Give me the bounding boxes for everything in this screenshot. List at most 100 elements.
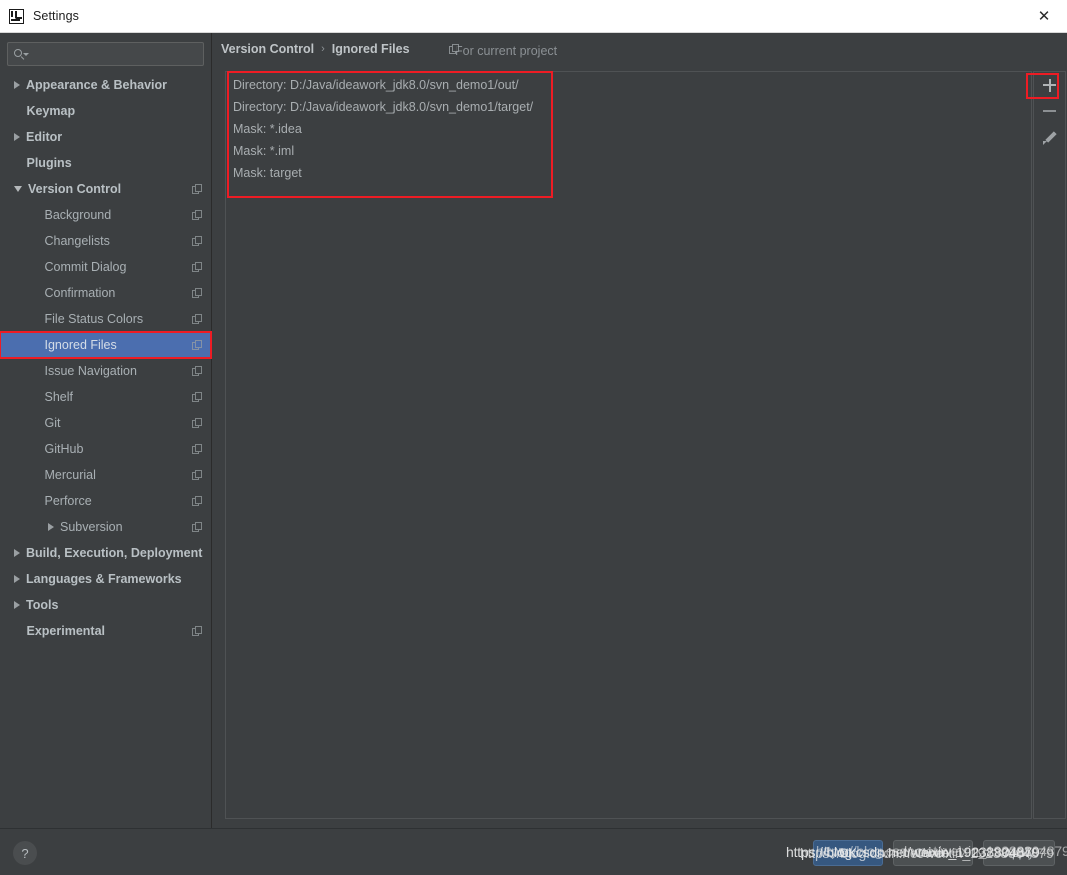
sidebar-item-label: Version Control xyxy=(28,182,122,196)
sidebar-item-label: Shelf xyxy=(44,390,74,404)
apply-button[interactable]: Apply xyxy=(983,840,1055,866)
sidebar-item-label: GitHub xyxy=(44,442,84,456)
copy-icon xyxy=(192,339,203,351)
sidebar-item-commit-dialog[interactable]: Commit Dialog xyxy=(0,254,211,280)
sidebar-item-shelf[interactable]: Shelf xyxy=(0,384,211,410)
search-input[interactable] xyxy=(32,47,197,61)
project-scope-text: For current project xyxy=(455,44,558,58)
breadcrumb: Version Control › Ignored Files xyxy=(221,42,410,56)
chevron-right-icon[interactable] xyxy=(14,133,20,141)
sidebar-item-label: Plugins xyxy=(26,156,72,170)
sidebar-item-label: Git xyxy=(44,416,61,430)
window-title: Settings xyxy=(33,9,79,23)
project-scope-label: For current project xyxy=(449,44,557,58)
search-container xyxy=(0,33,211,66)
list-item[interactable]: Directory: D:/Java/ideawork_jdk8.0/svn_d… xyxy=(226,74,1031,96)
settings-sidebar: Appearance & Behavior Keymap Editor Plugins… xyxy=(0,33,212,828)
sidebar-item-label: Appearance & Behavior xyxy=(26,78,168,92)
cancel-button[interactable]: Cancel xyxy=(893,840,973,866)
sidebar-item-label: Subversion xyxy=(60,520,123,534)
sidebar-item-label: Keymap xyxy=(26,104,76,118)
sidebar-item-label: Ignored Files xyxy=(44,338,117,352)
settings-dialog: Settings ✕ Appearance & Behavior Keymap Ed… xyxy=(0,0,1067,875)
sidebar-item-issue-navigation[interactable]: Issue Navigation xyxy=(0,358,211,384)
sidebar-item-github[interactable]: GitHub xyxy=(0,436,211,462)
list-item[interactable]: Mask: *.iml xyxy=(226,140,1031,162)
copy-icon xyxy=(192,287,203,299)
copy-icon xyxy=(192,417,203,429)
close-icon[interactable]: ✕ xyxy=(1021,0,1067,32)
add-button[interactable] xyxy=(1034,72,1065,98)
minus-icon xyxy=(1043,110,1056,112)
sidebar-item-appearance-behavior[interactable]: Appearance & Behavior xyxy=(0,72,211,98)
sidebar-item-label: Tools xyxy=(26,598,59,612)
pencil-icon xyxy=(1042,130,1057,145)
copy-icon xyxy=(192,391,203,403)
sidebar-item-experimental[interactable]: Experimental xyxy=(0,618,211,644)
copy-icon xyxy=(192,521,203,533)
copy-icon xyxy=(192,183,203,195)
sidebar-item-subversion[interactable]: Subversion xyxy=(0,514,211,540)
sidebar-item-build-execution-deployment[interactable]: Build, Execution, Deployment xyxy=(0,540,211,566)
edit-button[interactable] xyxy=(1034,124,1065,150)
remove-button[interactable] xyxy=(1034,98,1065,124)
sidebar-item-languages-frameworks[interactable]: Languages & Frameworks xyxy=(0,566,211,592)
chevron-right-icon[interactable] xyxy=(14,601,20,609)
sidebar-item-label: Editor xyxy=(26,130,63,144)
sidebar-item-changelists[interactable]: Changelists xyxy=(0,228,211,254)
sidebar-item-editor[interactable]: Editor xyxy=(0,124,211,150)
sidebar-item-label: Mercurial xyxy=(44,468,96,482)
copy-icon xyxy=(192,235,203,247)
sidebar-item-tools[interactable]: Tools xyxy=(0,592,211,618)
sidebar-item-label: Changelists xyxy=(44,234,110,248)
sidebar-item-label: Languages & Frameworks xyxy=(26,572,182,586)
breadcrumb-current: Ignored Files xyxy=(331,42,410,56)
chevron-right-icon[interactable] xyxy=(48,523,54,531)
sidebar-item-label: Confirmation xyxy=(44,286,116,300)
ignored-files-list[interactable]: Directory: D:/Java/ideawork_jdk8.0/svn_d… xyxy=(225,71,1032,819)
plus-icon xyxy=(1043,78,1056,92)
copy-icon xyxy=(192,365,203,377)
list-item[interactable]: Mask: *.idea xyxy=(226,118,1031,140)
content-panel: Version Control › Ignored Files For curr… xyxy=(213,33,1067,828)
sidebar-item-file-status-colors[interactable]: File Status Colors xyxy=(0,306,211,332)
copy-icon xyxy=(192,209,203,221)
copy-icon xyxy=(192,469,203,481)
sidebar-item-plugins[interactable]: Plugins xyxy=(0,150,211,176)
sidebar-item-version-control[interactable]: Version Control xyxy=(0,176,211,202)
sidebar-item-label: Perforce xyxy=(44,494,92,508)
search-icon xyxy=(14,48,29,60)
sidebar-item-label: Experimental xyxy=(26,624,106,638)
sidebar-item-mercurial[interactable]: Mercurial xyxy=(0,462,211,488)
settings-tree: Appearance & Behavior Keymap Editor Plugins… xyxy=(0,72,211,644)
list-item[interactable]: Mask: target xyxy=(226,162,1031,184)
help-button[interactable]: ? xyxy=(13,841,37,865)
chevron-right-icon[interactable] xyxy=(14,575,20,583)
ok-button[interactable]: OK xyxy=(813,840,883,866)
sidebar-item-git[interactable]: Git xyxy=(0,410,211,436)
sidebar-item-keymap[interactable]: Keymap xyxy=(0,98,211,124)
breadcrumb-parent[interactable]: Version Control xyxy=(221,42,314,56)
search-box[interactable] xyxy=(7,42,204,66)
sidebar-item-confirmation[interactable]: Confirmation xyxy=(0,280,211,306)
sidebar-item-background[interactable]: Background xyxy=(0,202,211,228)
sidebar-item-label: File Status Colors xyxy=(44,312,144,326)
copy-icon xyxy=(192,313,203,325)
sidebar-item-perforce[interactable]: Perforce xyxy=(0,488,211,514)
sidebar-item-label: Issue Navigation xyxy=(44,364,137,378)
chevron-right-icon[interactable] xyxy=(14,81,20,89)
chevron-right-icon[interactable] xyxy=(14,549,20,557)
list-item[interactable]: Directory: D:/Java/ideawork_jdk8.0/svn_d… xyxy=(226,96,1031,118)
chevron-down-icon[interactable] xyxy=(14,186,22,192)
sidebar-item-ignored-files[interactable]: Ignored Files xyxy=(0,332,211,358)
